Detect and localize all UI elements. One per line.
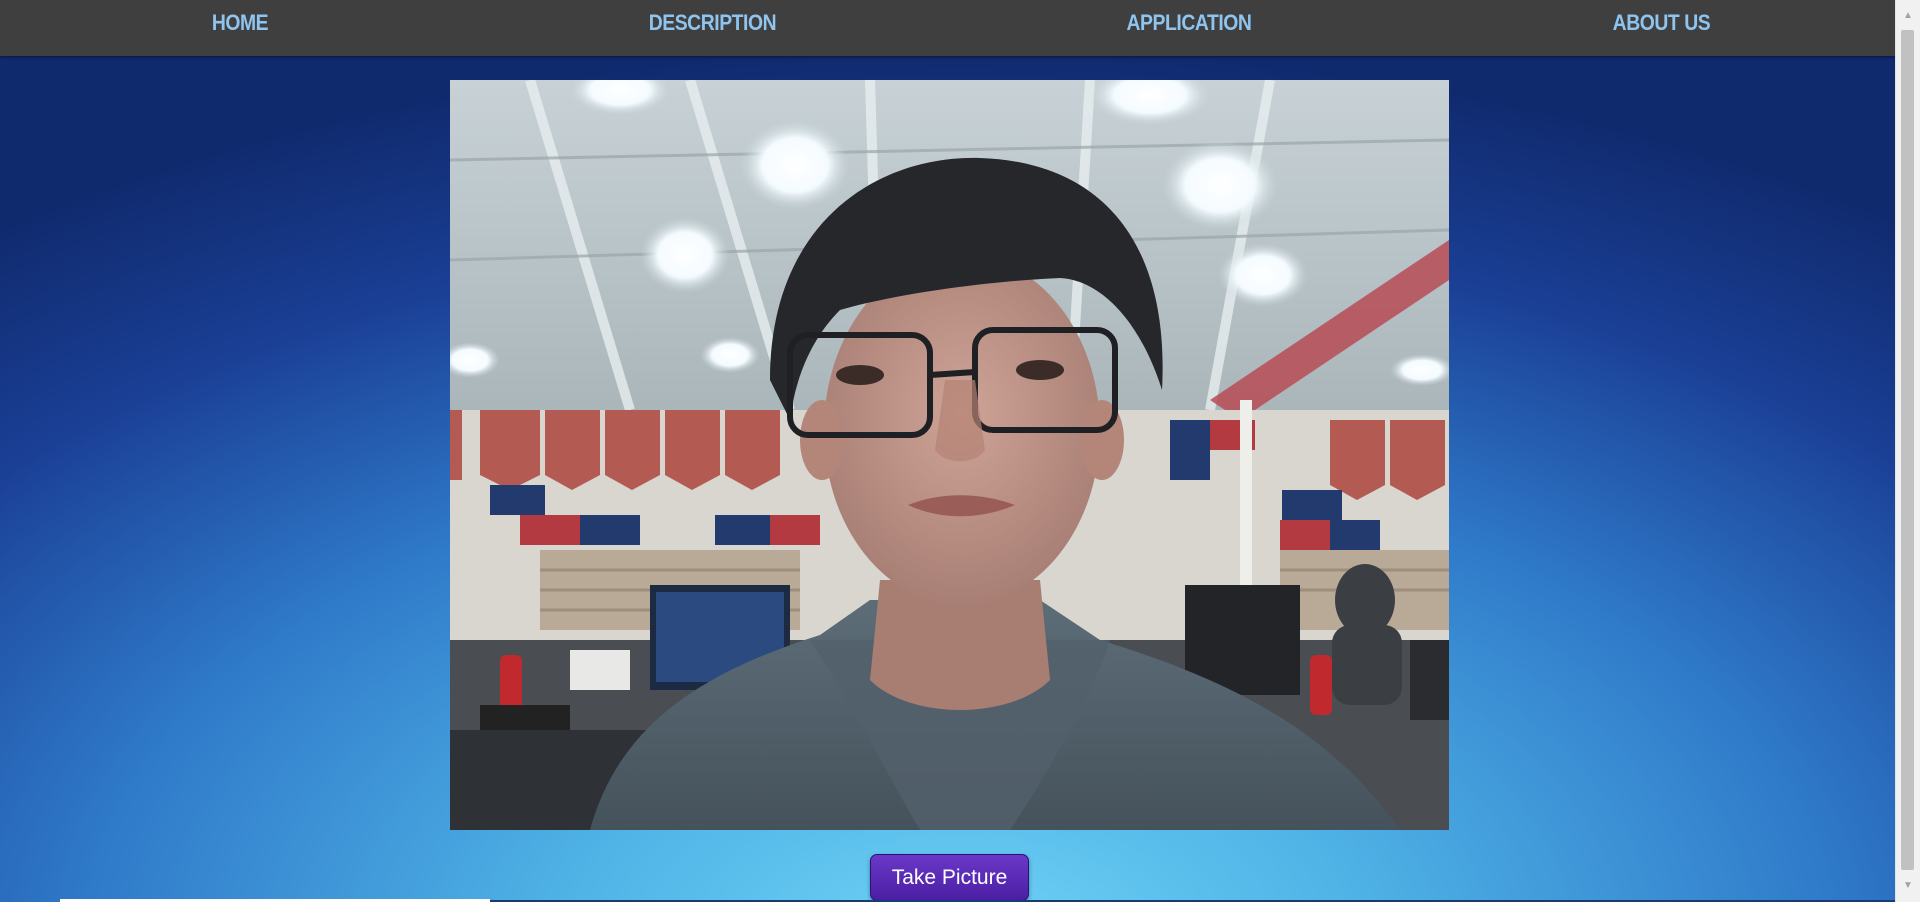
nav-application-link[interactable]: APPLICATION bbox=[1127, 0, 1252, 46]
webcam-preview bbox=[450, 80, 1449, 830]
scroll-up-arrow-icon[interactable]: ▲ bbox=[1896, 4, 1920, 28]
vertical-scrollbar[interactable]: ▲ ▼ bbox=[1895, 0, 1920, 902]
take-picture-button[interactable]: Take Picture bbox=[870, 854, 1029, 901]
scrollbar-thumb[interactable] bbox=[1901, 30, 1914, 870]
page: HOME DESCRIPTION APPLICATION ABOUT US Ta… bbox=[0, 0, 1920, 902]
scroll-down-arrow-icon[interactable]: ▼ bbox=[1896, 874, 1920, 898]
nav-description-link[interactable]: DESCRIPTION bbox=[649, 0, 777, 46]
nav-home-link[interactable]: HOME bbox=[212, 0, 269, 46]
top-navbar: HOME DESCRIPTION APPLICATION ABOUT US bbox=[0, 0, 1896, 56]
nav-about-us-link[interactable]: ABOUT US bbox=[1613, 0, 1711, 46]
webcam-image bbox=[450, 80, 1449, 830]
